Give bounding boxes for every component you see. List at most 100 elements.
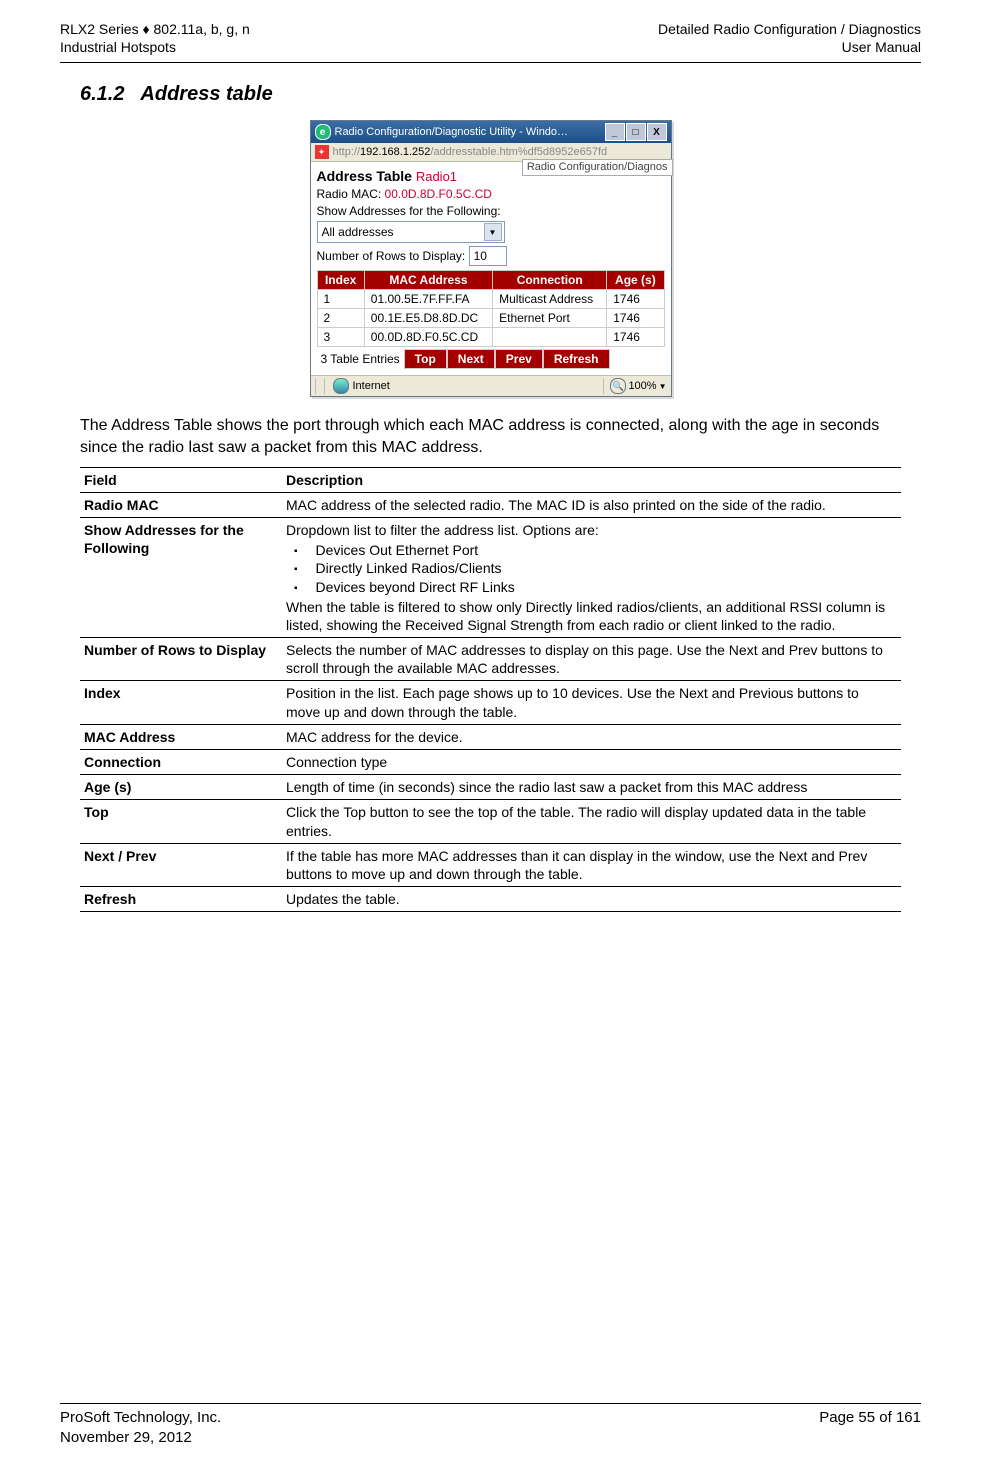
cell-conn (493, 328, 607, 347)
header-right-line1: Detailed Radio Configuration / Diagnosti… (658, 20, 921, 38)
cell-index: 2 (317, 309, 364, 328)
field-name: Radio MAC (80, 492, 282, 517)
th-desc: Description (282, 467, 901, 492)
table-row: Number of Rows to Display Selects the nu… (80, 638, 901, 681)
field-name: Index (80, 681, 282, 724)
section-number: 6.1.2 (80, 83, 124, 105)
close-button[interactable]: X (647, 123, 667, 141)
cell-index: 3 (317, 328, 364, 347)
desc-pre: Dropdown list to filter the address list… (286, 521, 893, 539)
table-row: Next / Prev If the table has more MAC ad… (80, 843, 901, 886)
page-header: RLX2 Series ♦ 802.11a, b, g, n Industria… (60, 20, 921, 56)
page-footer: ProSoft Technology, Inc. November 29, 20… (60, 1403, 921, 1447)
show-addresses-select[interactable]: All addresses ▼ (317, 221, 505, 243)
list-item: Devices Out Ethernet Port (286, 541, 893, 559)
header-left-line1: RLX2 Series ♦ 802.11a, b, g, n (60, 20, 250, 38)
field-name: Refresh (80, 887, 282, 912)
rows-row: Number of Rows to Display: 10 (317, 246, 665, 266)
rows-input[interactable]: 10 (469, 246, 507, 266)
window-title: Radio Configuration/Diagnostic Utility -… (335, 126, 569, 138)
header-left-line2: Industrial Hotspots (60, 38, 250, 56)
radio-mac-value: 00.0D.8D.F0.5C.CD (385, 187, 492, 201)
footer-left-line2: November 29, 2012 (60, 1428, 221, 1448)
field-name: MAC Address (80, 724, 282, 749)
col-connection: Connection (493, 271, 607, 290)
th-field: Field (80, 467, 282, 492)
radio-mac-label: Radio MAC: (317, 187, 382, 201)
field-desc: Updates the table. (282, 887, 901, 912)
show-addresses-value: All addresses (322, 225, 394, 239)
field-name: Number of Rows to Display (80, 638, 282, 681)
table-row: Top Click the Top button to see the top … (80, 800, 901, 843)
desc-post: When the table is filtered to show only … (286, 598, 893, 634)
field-name: Top (80, 800, 282, 843)
field-desc: Length of time (in seconds) since the ra… (282, 775, 901, 800)
cell-conn: Ethernet Port (493, 309, 607, 328)
radio-mac-row: Radio MAC: 00.0D.8D.F0.5C.CD (317, 187, 665, 201)
status-zoom: 100% (628, 380, 656, 392)
table-row: Age (s) Length of time (in seconds) sinc… (80, 775, 901, 800)
cell-age: 1746 (607, 309, 664, 328)
cell-mac: 00.1E.E5.D8.8D.DC (364, 309, 492, 328)
field-desc: If the table has more MAC addresses than… (282, 843, 901, 886)
radio-name: Radio1 (416, 169, 457, 184)
section-title: Address table (140, 83, 272, 105)
status-bar: Internet 🔍 100% ▼ (311, 375, 671, 396)
table-row: Radio MAC MAC address of the selected ra… (80, 492, 901, 517)
cell-mac: 00.0D.8D.F0.5C.CD (364, 328, 492, 347)
next-button[interactable]: Next (447, 349, 495, 369)
url-ip: 192.168.1.252 (360, 146, 430, 158)
status-divider (315, 378, 320, 394)
browser-tab[interactable]: Radio Configuration/Diagnos (522, 159, 673, 176)
address-table-header: Index MAC Address Connection Age (s) (317, 271, 664, 290)
maximize-button[interactable]: □ (626, 123, 646, 141)
cell-index: 1 (317, 290, 364, 309)
list-item: Devices beyond Direct RF Links (286, 578, 893, 596)
chevron-down-icon[interactable]: ▼ (659, 382, 667, 391)
footer-left-line1: ProSoft Technology, Inc. (60, 1408, 221, 1428)
col-index: Index (317, 271, 364, 290)
field-desc: MAC address for the device. (282, 724, 901, 749)
cell-age: 1746 (607, 290, 664, 309)
entries-count: 3 Table Entries (317, 350, 404, 368)
list-item: Directly Linked Radios/Clients (286, 559, 893, 577)
globe-icon (333, 378, 349, 394)
footer-right-line1: Page 55 of 161 (819, 1408, 921, 1428)
window-titlebar: e Radio Configuration/Diagnostic Utility… (311, 121, 671, 143)
field-desc: Click the Top button to see the top of t… (282, 800, 901, 843)
table-row: MAC Address MAC address for the device. (80, 724, 901, 749)
table-row: Index Position in the list. Each page sh… (80, 681, 901, 724)
field-desc: Connection type (282, 750, 901, 775)
prev-button[interactable]: Prev (495, 349, 543, 369)
field-desc: Dropdown list to filter the address list… (282, 517, 901, 637)
table-row: Connection Connection type (80, 750, 901, 775)
field-desc: Selects the number of MAC addresses to d… (282, 638, 901, 681)
col-mac: MAC Address (364, 271, 492, 290)
cell-mac: 01.00.5E.7F.FF.FA (364, 290, 492, 309)
intro-paragraph: The Address Table shows the port through… (80, 415, 901, 458)
field-name: Connection (80, 750, 282, 775)
table-row: 3 00.0D.8D.F0.5C.CD 1746 (317, 328, 664, 347)
description-table: Field Description Radio MAC MAC address … (80, 467, 901, 913)
table-row: Show Addresses for the Following Dropdow… (80, 517, 901, 637)
app-window: e Radio Configuration/Diagnostic Utility… (310, 120, 672, 397)
refresh-button[interactable]: Refresh (543, 349, 610, 369)
url-rest: /addresstable.htm%df5d8952e657fd (430, 146, 607, 158)
zoom-icon: 🔍 (610, 378, 626, 394)
table-row: 1 01.00.5E.7F.FF.FA Multicast Address 17… (317, 290, 664, 309)
header-right-line2: User Manual (658, 38, 921, 56)
field-desc: Position in the list. Each page shows up… (282, 681, 901, 724)
url-text[interactable]: http://192.168.1.252/addresstable.htm%df… (333, 146, 608, 158)
header-rule (60, 62, 921, 63)
col-age: Age (s) (607, 271, 664, 290)
panel-title-text: Address Table (317, 168, 412, 184)
minimize-button[interactable]: _ (605, 123, 625, 141)
app-icon: e (315, 124, 331, 140)
favicon-icon: ✦ (315, 145, 329, 159)
field-name: Age (s) (80, 775, 282, 800)
top-button[interactable]: Top (404, 349, 447, 369)
footer-rule (60, 1403, 921, 1404)
show-addresses-label: Show Addresses for the Following: (317, 204, 665, 218)
address-bar: ✦ http://192.168.1.252/addresstable.htm%… (311, 143, 671, 162)
address-table: Index MAC Address Connection Age (s) 1 0… (317, 270, 665, 347)
